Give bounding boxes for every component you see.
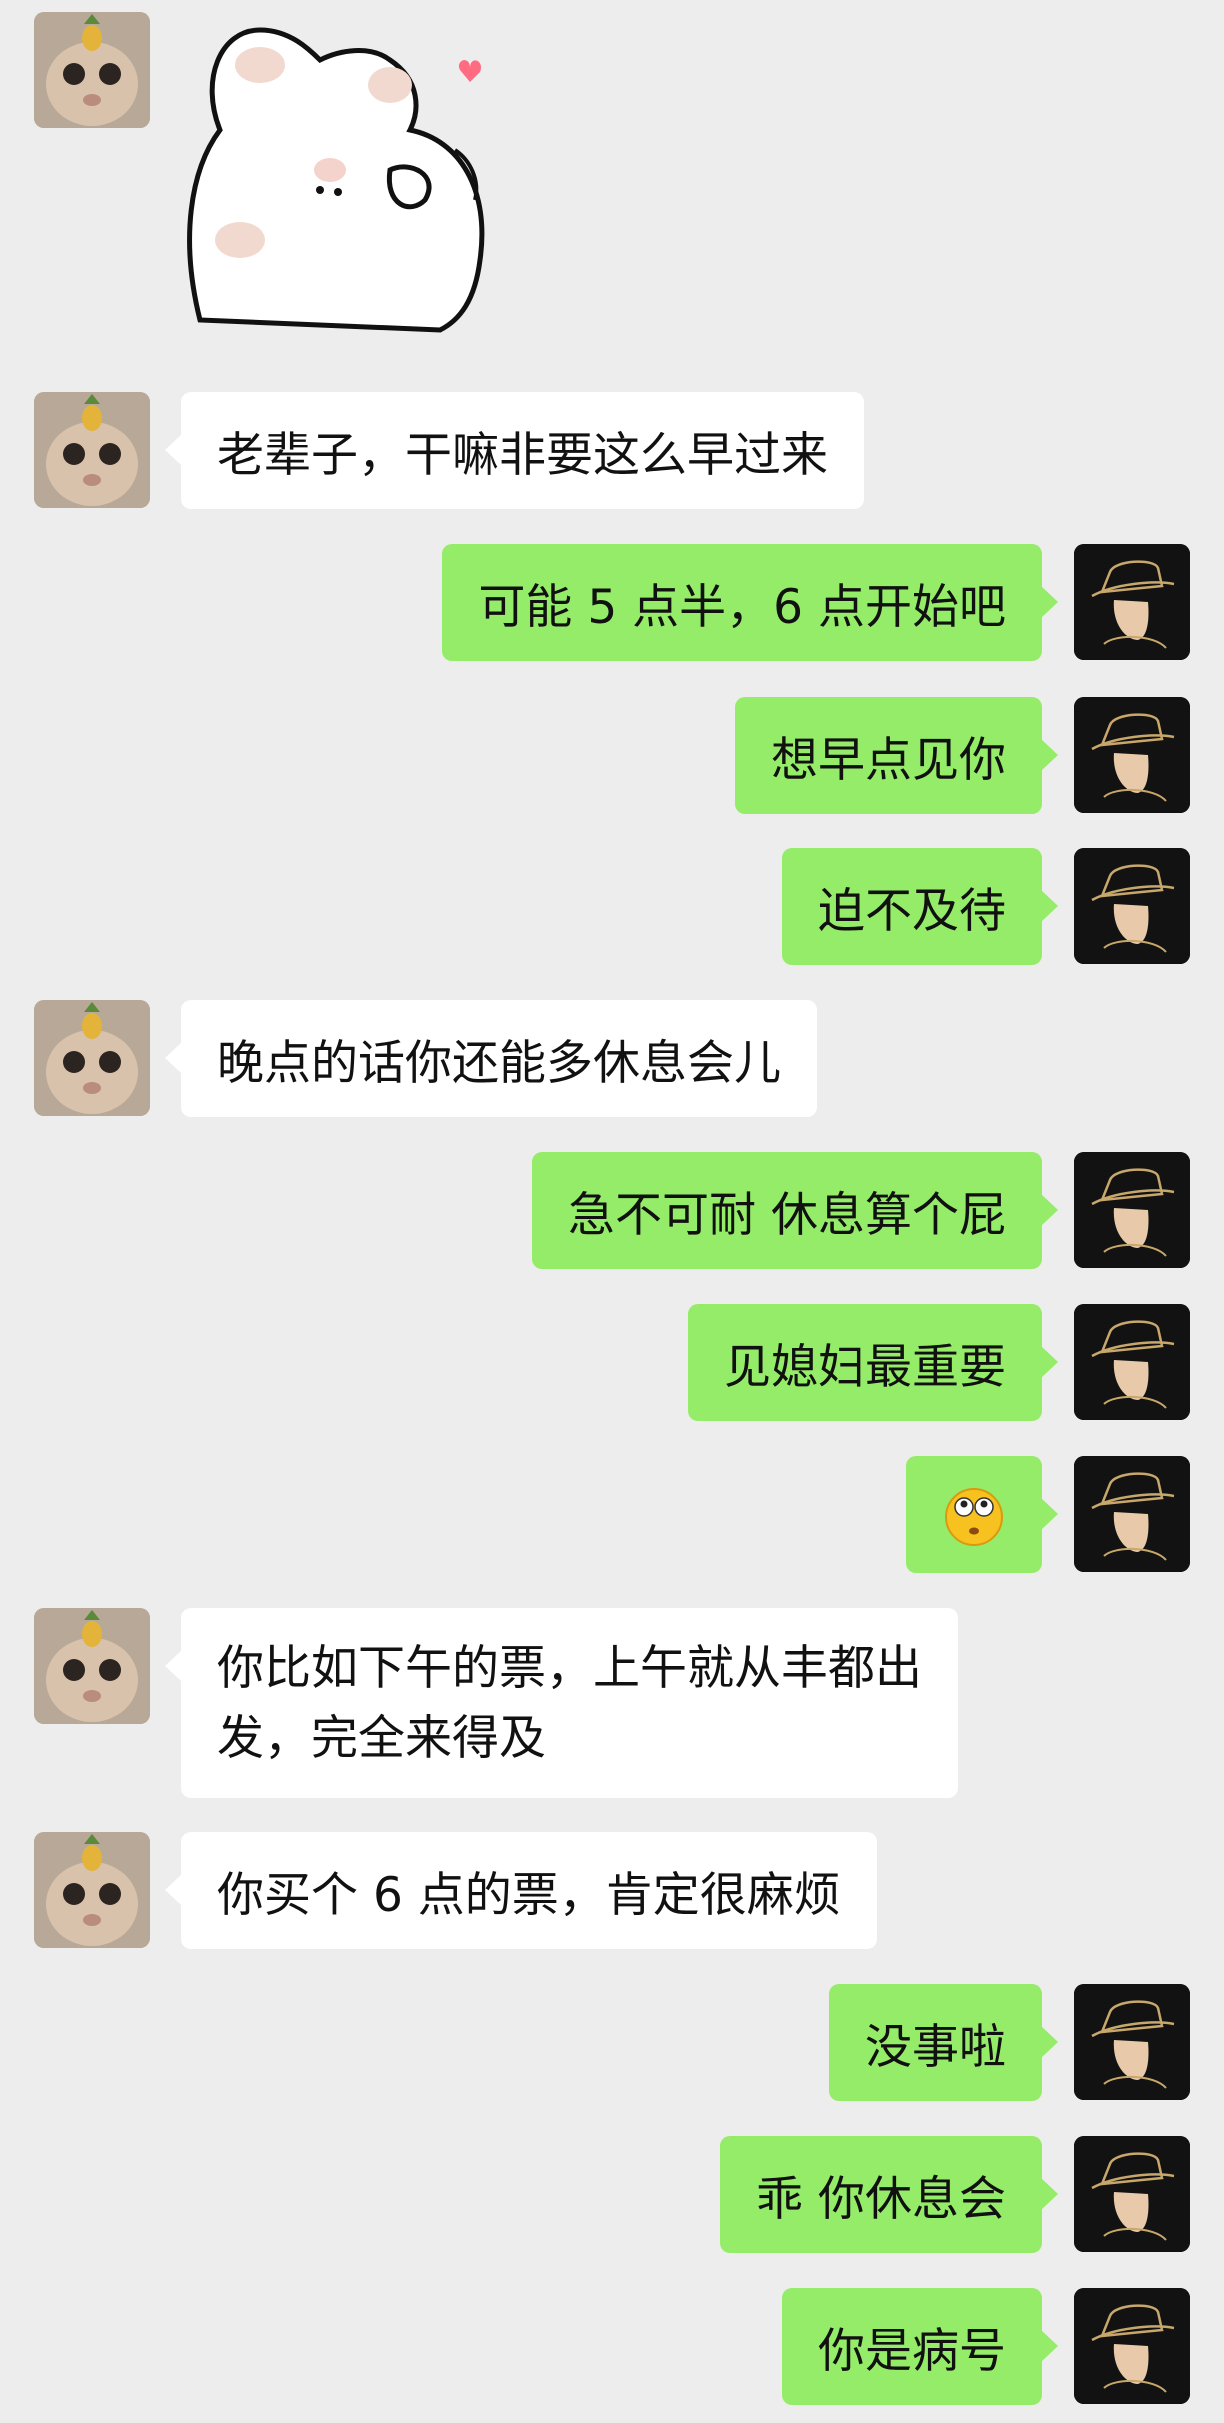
- message-bubble-incoming[interactable]: 老辈子，干嘛非要这么早过来: [165, 392, 864, 509]
- contact-avatar[interactable]: [34, 1000, 150, 1116]
- hat-silhouette-icon: [1074, 1456, 1190, 1572]
- bunny-sticker[interactable]: [180, 20, 510, 345]
- hat-silhouette-icon: [1074, 1152, 1190, 1268]
- hat-silhouette-icon: [1074, 1984, 1190, 2100]
- hat-silhouette-icon: [1074, 1304, 1190, 1420]
- message-bubble-outgoing[interactable]: 乖 你休息会: [720, 2136, 1058, 2253]
- cat-avatar-icon: [34, 1000, 150, 1116]
- message-line: 发，完全来得及: [217, 1711, 546, 1766]
- message-text: 老辈子，干嘛非要这么早过来: [217, 428, 828, 483]
- my-avatar[interactable]: [1074, 1984, 1190, 2100]
- message-text: 想早点见你: [771, 733, 1006, 788]
- hat-silhouette-icon: [1074, 544, 1190, 660]
- message-bubble-outgoing[interactable]: 没事啦: [829, 1984, 1058, 2101]
- my-avatar[interactable]: [1074, 1152, 1190, 1268]
- message-line: 你比如下午的票，上午就从丰都出: [217, 1641, 922, 1696]
- message-bubble-incoming[interactable]: 你买个 6 点的票，肯定很麻烦: [165, 1832, 877, 1949]
- message-bubble-incoming[interactable]: 你比如下午的票，上午就从丰都出 发，完全来得及: [165, 1608, 958, 1798]
- hat-silhouette-icon: [1074, 697, 1190, 813]
- contact-avatar[interactable]: [34, 392, 150, 508]
- my-avatar[interactable]: [1074, 544, 1190, 660]
- message-bubble-outgoing[interactable]: 迫不及待: [782, 848, 1058, 965]
- message-text: 见媳妇最重要: [724, 1340, 1006, 1395]
- message-text: 晚点的话你还能多休息会儿: [217, 1036, 781, 1091]
- message-bubble-outgoing[interactable]: 急不可耐 休息算个屁: [532, 1152, 1058, 1269]
- message-text: 你比如下午的票，上午就从丰都出 发，完全来得及: [217, 1634, 922, 1774]
- contact-avatar[interactable]: [34, 1608, 150, 1724]
- cat-avatar-icon: [34, 1608, 150, 1724]
- message-bubble-outgoing[interactable]: 可能 5 点半，6 点开始吧: [442, 544, 1058, 661]
- my-avatar[interactable]: [1074, 2136, 1190, 2252]
- my-avatar[interactable]: [1074, 1456, 1190, 1572]
- contact-avatar[interactable]: [34, 1832, 150, 1948]
- hat-silhouette-icon: [1074, 2136, 1190, 2252]
- message-text: 没事啦: [865, 2020, 1006, 2075]
- message-bubble-outgoing[interactable]: 想早点见你: [735, 697, 1058, 814]
- message-text: 迫不及待: [818, 884, 1006, 939]
- hat-silhouette-icon: [1074, 2288, 1190, 2404]
- flushed-face-emoji-icon: [945, 1487, 1003, 1546]
- message-bubble-outgoing[interactable]: [906, 1456, 1058, 1573]
- my-avatar[interactable]: [1074, 2288, 1190, 2404]
- contact-avatar[interactable]: [34, 12, 150, 128]
- my-avatar[interactable]: [1074, 848, 1190, 964]
- message-text: 急不可耐 休息算个屁: [568, 1188, 1006, 1243]
- cat-avatar-icon: [34, 392, 150, 508]
- cat-avatar-icon: [34, 1832, 150, 1948]
- my-avatar[interactable]: [1074, 697, 1190, 813]
- hat-silhouette-icon: [1074, 848, 1190, 964]
- message-text: 你是病号: [818, 2324, 1006, 2379]
- message-bubble-outgoing[interactable]: 见媳妇最重要: [688, 1304, 1058, 1421]
- message-text: 可能 5 点半，6 点开始吧: [478, 580, 1006, 635]
- cat-avatar-icon: [34, 12, 150, 128]
- message-bubble-outgoing[interactable]: 你是病号: [782, 2288, 1058, 2405]
- message-text: 你买个 6 点的票，肯定很麻烦: [217, 1868, 841, 1923]
- message-text: 乖 你休息会: [756, 2172, 1006, 2227]
- my-avatar[interactable]: [1074, 1304, 1190, 1420]
- message-bubble-incoming[interactable]: 晚点的话你还能多休息会儿: [165, 1000, 817, 1117]
